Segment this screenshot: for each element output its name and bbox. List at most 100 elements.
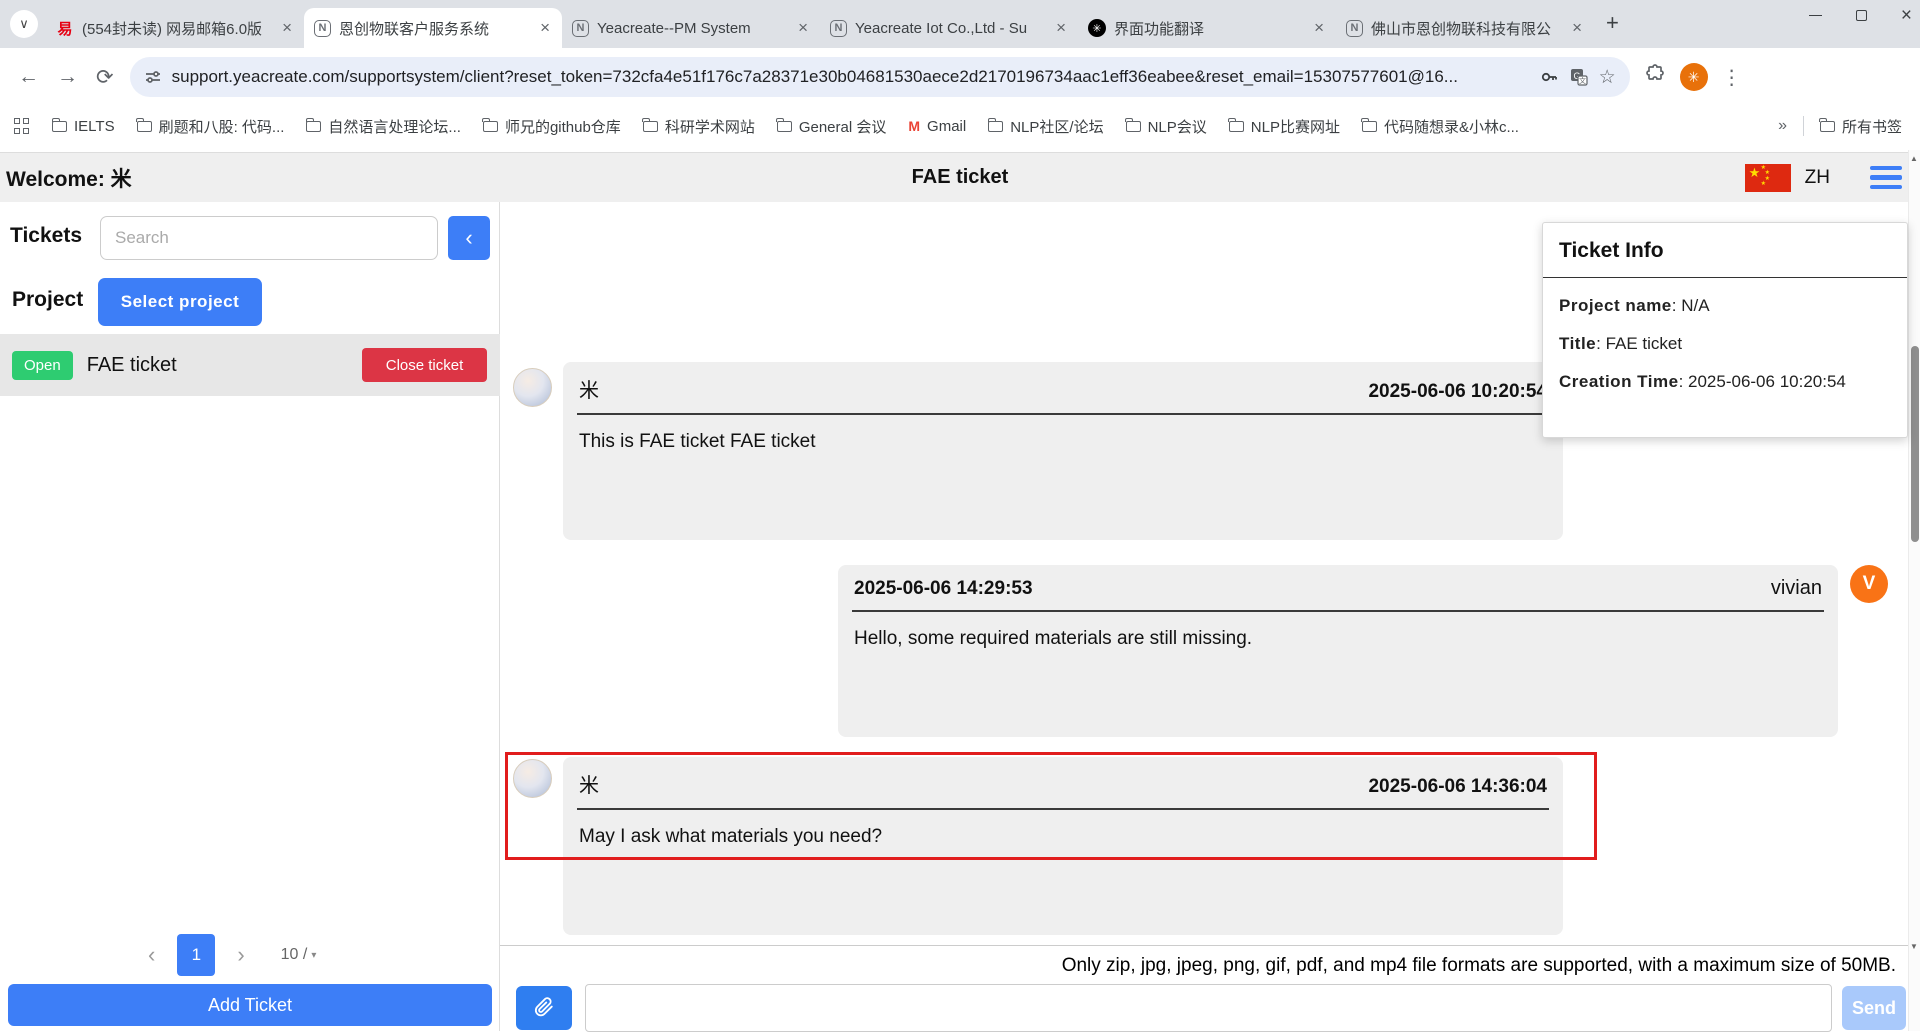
bookmark-star-icon[interactable]: ☆ [1599, 66, 1616, 89]
scroll-down-icon[interactable]: ▼ [1910, 942, 1918, 951]
message-timestamp: 2025-06-06 10:20:54 [1368, 381, 1547, 403]
scroll-up-icon[interactable]: ▲ [1910, 154, 1918, 163]
collapse-sidebar-button[interactable]: ‹ [448, 216, 490, 260]
page-scrollbar[interactable]: ▲ ▼ [1908, 150, 1920, 1031]
page-next-icon[interactable]: › [237, 942, 244, 968]
close-window-icon[interactable]: × [1901, 6, 1912, 25]
field-label: Title [1559, 334, 1596, 353]
bookmark-label: General 会议 [799, 116, 887, 137]
tab-foshan-company[interactable]: N 佛山市恩创物联科技有限公 × [1336, 8, 1594, 48]
bookmark-folder-shuati[interactable]: 刷题和八股: 代码... [137, 116, 285, 137]
page-size-value: 10 / [281, 946, 308, 964]
page-number-button[interactable]: 1 [177, 934, 215, 976]
message-author: vivian [1771, 577, 1822, 600]
gmail-icon: M [908, 118, 920, 134]
bookmark-folder-nlp-contest[interactable]: NLP比赛网址 [1229, 116, 1340, 137]
close-icon[interactable]: × [796, 18, 810, 38]
all-bookmarks[interactable]: 所有书签 [1820, 116, 1902, 137]
send-button[interactable]: Send [1842, 986, 1906, 1030]
page-prev-icon[interactable]: ‹ [148, 942, 155, 968]
folder-icon [306, 121, 321, 132]
bookmark-folder-daimasuixianglu[interactable]: 代码随想录&小林c... [1362, 116, 1519, 137]
site-settings-icon[interactable] [144, 68, 162, 86]
avatar-letter: V [1863, 573, 1876, 595]
page-header: Welcome: 米 FAE ticket ★★★★★ ZH [0, 152, 1920, 202]
forward-icon[interactable]: → [57, 65, 78, 89]
folder-icon [1229, 121, 1244, 132]
close-icon[interactable]: × [1054, 18, 1068, 38]
tab-pm-system[interactable]: N Yeacreate--PM System × [562, 8, 820, 48]
address-bar[interactable]: support.yeacreate.com/supportsystem/clie… [130, 57, 1630, 97]
extensions-icon[interactable] [1644, 64, 1666, 91]
close-icon[interactable]: × [1570, 18, 1584, 38]
bookmark-label: 师兄的github仓库 [505, 116, 621, 137]
field-label: Project name [1559, 296, 1672, 315]
apps-grid-icon[interactable] [14, 118, 30, 134]
bookmark-folder-nlp-community[interactable]: NLP社区/论坛 [988, 116, 1103, 137]
bookmark-folder-github[interactable]: 师兄的github仓库 [483, 116, 621, 137]
browser-tab-strip: ∨ 易 (554封未读) 网易邮箱6.0版 × N 恩创物联客户服务系统 × N… [0, 0, 1920, 48]
avatar-mi [513, 368, 552, 407]
ticket-search-input[interactable] [100, 216, 438, 260]
profile-avatar[interactable]: ✳ [1680, 63, 1708, 91]
folder-icon [52, 121, 67, 132]
bookmark-folder-research[interactable]: 科研学术网站 [643, 116, 755, 137]
field-value: : 2025-06-06 10:20:54 [1679, 372, 1846, 391]
close-icon[interactable]: × [538, 18, 552, 38]
minimize-icon[interactable] [1809, 15, 1822, 17]
browser-toolbar: ← → ⟳ support.yeacreate.com/supportsyste… [0, 48, 1920, 106]
password-key-icon[interactable] [1539, 67, 1559, 87]
maximize-icon[interactable] [1856, 10, 1867, 21]
select-project-button[interactable]: Select project [98, 278, 262, 326]
ticket-list-item-selected[interactable]: Open FAE ticket Close ticket [0, 334, 500, 396]
tab-translate-chat[interactable]: ✳ 界面功能翻译 × [1078, 8, 1336, 48]
back-icon[interactable]: ← [18, 65, 39, 89]
tab-title: 界面功能翻译 [1114, 18, 1304, 39]
new-tab-button[interactable]: + [1606, 10, 1619, 36]
support-system-page: Welcome: 米 FAE ticket ★★★★★ ZH Tickets ‹… [0, 146, 1920, 1031]
bookmark-label: NLP比赛网址 [1251, 116, 1340, 137]
netease-mail-icon: 易 [56, 19, 74, 37]
tickets-label: Tickets [10, 224, 82, 248]
page-size-select[interactable]: 10 /▾ [281, 946, 317, 964]
chevron-down-icon: ∨ [19, 16, 29, 32]
browser-menu-icon[interactable]: ⋮ [1722, 65, 1742, 90]
bookmark-label: 科研学术网站 [665, 116, 755, 137]
paperclip-icon [533, 996, 555, 1021]
add-ticket-button[interactable]: Add Ticket [8, 984, 492, 1026]
menu-hamburger-icon[interactable] [1870, 166, 1902, 190]
china-flag-icon: ★★★★★ [1745, 164, 1791, 192]
folder-icon [483, 121, 498, 132]
message-author: 米 [579, 374, 599, 403]
message-text: This is FAE ticket FAE ticket [563, 415, 1563, 453]
folder-icon [777, 121, 792, 132]
bookmark-gmail[interactable]: MGmail [908, 118, 966, 135]
close-ticket-button[interactable]: Close ticket [362, 348, 487, 382]
bookmark-folder-ielts[interactable]: IELTS [52, 118, 115, 135]
profile-asterisk-icon: ✳ [1688, 69, 1700, 86]
folder-icon [988, 121, 1003, 132]
tab-netease-mail[interactable]: 易 (554封未读) 网易邮箱6.0版 × [46, 8, 304, 48]
tab-title: 恩创物联客户服务系统 [339, 18, 530, 39]
bookmarks-overflow-icon[interactable]: » [1778, 117, 1787, 135]
tab-support-system-active[interactable]: N 恩创物联客户服务系统 × [304, 8, 562, 48]
reload-icon[interactable]: ⟳ [96, 65, 114, 90]
bookmark-folder-nlp-forum[interactable]: 自然语言处理论坛... [306, 116, 461, 137]
translate-icon[interactable]: G文 [1569, 67, 1589, 87]
tab-search-button[interactable]: ∨ [10, 10, 38, 38]
chevron-left-icon: ‹ [465, 225, 472, 250]
window-controls: × [1809, 6, 1912, 25]
bookmark-folder-general[interactable]: General 会议 [777, 116, 887, 137]
bookmark-label: NLP社区/论坛 [1010, 116, 1103, 137]
scrollbar-thumb[interactable] [1911, 346, 1919, 542]
folder-icon [1820, 121, 1835, 132]
ticket-info-project: Project name: N/A [1543, 278, 1907, 316]
bookmark-folder-nlp-conf[interactable]: NLP会议 [1126, 116, 1207, 137]
close-icon[interactable]: × [280, 18, 294, 38]
tab-yeacreate-iot[interactable]: N Yeacreate Iot Co.,Ltd - Su × [820, 8, 1078, 48]
message-input[interactable] [585, 984, 1832, 1032]
url-text: support.yeacreate.com/supportsystem/clie… [172, 67, 1529, 87]
bookmark-label: 刷题和八股: 代码... [159, 116, 285, 137]
close-icon[interactable]: × [1312, 18, 1326, 38]
attach-file-button[interactable] [516, 986, 572, 1030]
